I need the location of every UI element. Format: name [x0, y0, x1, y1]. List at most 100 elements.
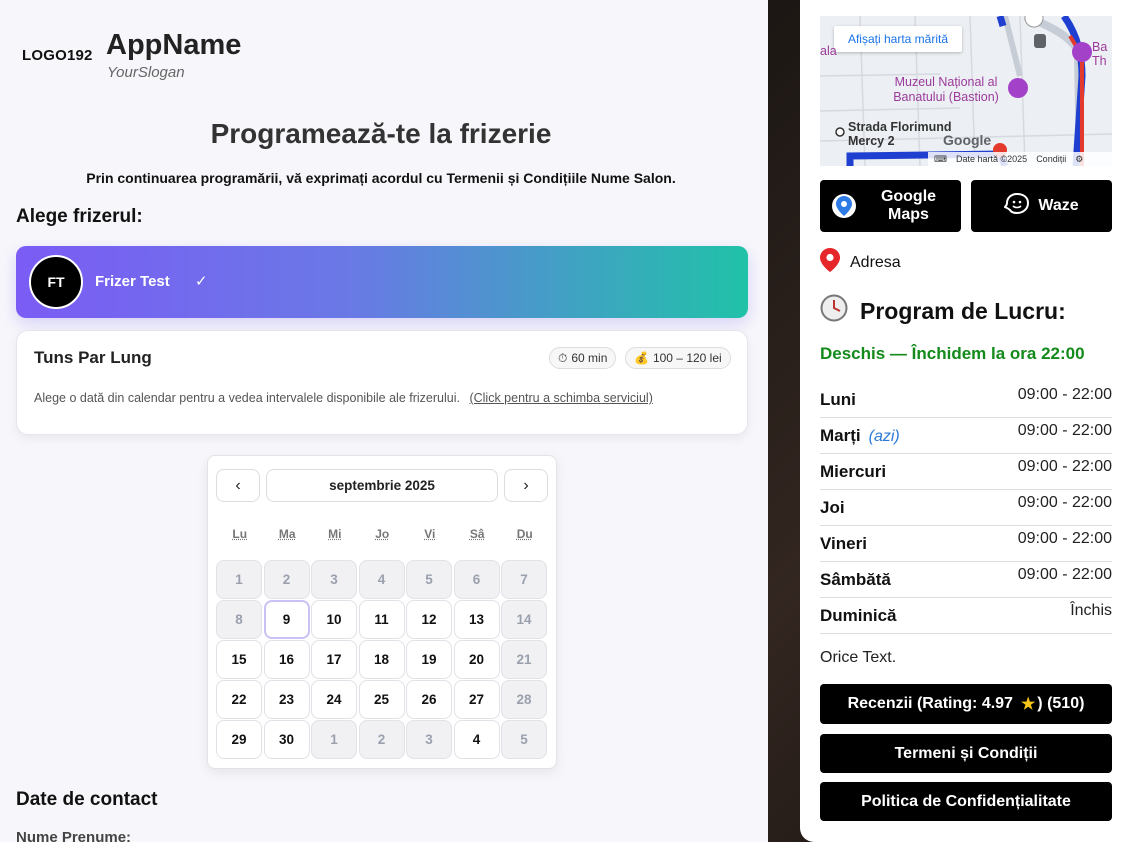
calendar-day[interactable]: 20	[453, 640, 500, 679]
calendar-day[interactable]: 29	[216, 720, 262, 759]
service-card[interactable]: Tuns Par Lung ⏱ 60 min 💰 100 – 120 lei A…	[16, 330, 748, 435]
reviews-suffix: ) (510)	[1037, 695, 1085, 712]
calendar-day[interactable]: 12	[406, 600, 452, 639]
calendar-day[interactable]: 10	[311, 600, 357, 639]
calendar-day[interactable]: 4	[453, 720, 500, 759]
duration-badge: ⏱ 60 min	[549, 347, 617, 369]
day-hours: 09:00 - 22:00	[1017, 566, 1112, 583]
hours-row: Joi 09:00 - 22:00	[820, 490, 1112, 526]
calendar-day[interactable]: 13	[453, 600, 500, 639]
price-value: 100 – 120 lei	[652, 351, 722, 365]
map-pin-icon	[832, 194, 856, 218]
calendar-day: 6	[453, 560, 500, 599]
privacy-button[interactable]: Politica de Confidențialitate	[820, 782, 1112, 821]
month-label[interactable]: septembrie 2025	[266, 469, 498, 502]
page-title: Programează-te la frizerie	[210, 118, 552, 149]
hours-row: Sâmbătă 09:00 - 22:00	[820, 562, 1112, 598]
day-hours: 09:00 - 22:00	[1017, 458, 1112, 475]
calendar-day[interactable]: 23	[263, 680, 310, 719]
today-tag: (azi)	[868, 428, 900, 445]
service-hint-text: Alege o dată din calendar pentru a vedea…	[34, 391, 460, 405]
calendar-day[interactable]: 22	[216, 680, 262, 719]
hours-row-today: Marți (azi) 09:00 - 22:00	[820, 418, 1112, 454]
day-name: Marți	[820, 426, 861, 445]
calendar-day[interactable]: 11	[358, 600, 405, 639]
weekday-header: Lu Ma Mi Jo Vi Sâ Du	[216, 527, 550, 541]
check-icon: ✓	[195, 273, 208, 290]
map-footer: ⌨ Date hartă ©2025 Condiții ⚙	[928, 152, 1112, 166]
calendar-day[interactable]: 19	[406, 640, 452, 679]
barber-card-selected[interactable]: FT Frizer Test ✓	[16, 246, 748, 318]
calendar-day: 1	[311, 720, 357, 759]
calendar-day[interactable]: 9	[263, 600, 310, 639]
price-badge: 💰 100 – 120 lei	[625, 347, 731, 369]
waze-icon	[1003, 192, 1030, 221]
calendar-day: 4	[358, 560, 405, 599]
keyboard-icon[interactable]: ⌨	[934, 154, 947, 165]
calendar-day: 8	[216, 600, 262, 639]
calendar-day[interactable]: 26	[406, 680, 452, 719]
map-edge-label: Ba Th	[1092, 40, 1108, 68]
name-field-label: Nume Prenume:	[16, 829, 132, 842]
calendar-day[interactable]: 27	[453, 680, 500, 719]
logo[interactable]: LOGO192	[22, 47, 93, 64]
day-name: Miercuri	[820, 462, 887, 481]
app-name: AppName	[106, 29, 242, 61]
day-name: Joi	[820, 498, 845, 517]
hours-row: Vineri 09:00 - 22:00	[820, 526, 1112, 562]
calendar-day[interactable]: 17	[311, 640, 357, 679]
service-hint: Alege o dată din calendar pentru a vedea…	[34, 391, 653, 405]
app-slogan: YourSlogan	[107, 64, 185, 81]
address-row[interactable]: Adresa	[820, 248, 901, 277]
weekday-label: Mi	[328, 527, 342, 541]
calendar-day[interactable]: 18	[358, 640, 405, 679]
day-hours: Închis	[1070, 602, 1112, 619]
map-embed[interactable]: Afișați harta mărită ala Ba Th Muzeul Na…	[820, 16, 1112, 166]
hours-title: Program de Lucru:	[820, 294, 1066, 328]
reviews-button[interactable]: Recenzii (Rating: 4.97 ★ ) (510)	[820, 684, 1112, 724]
change-service-link[interactable]: (Click pentru a schimba serviciul)	[469, 391, 652, 405]
calendar-day: 14	[501, 600, 547, 639]
calendar-day[interactable]: 24	[311, 680, 357, 719]
waze-button[interactable]: Waze	[971, 180, 1112, 232]
map-data-text: Date hartă ©2025	[956, 154, 1028, 164]
calendar-day[interactable]: 25	[358, 680, 405, 719]
calendar-day[interactable]: 15	[216, 640, 262, 679]
clock-icon	[820, 294, 848, 328]
contact-heading: Date de contact	[16, 789, 158, 810]
calendar-day: 3	[311, 560, 357, 599]
reviews-prefix: Recenzii (Rating: 4.97	[847, 695, 1013, 712]
weekday-label: Lu	[232, 527, 248, 541]
avatar: FT	[29, 255, 83, 309]
google-maps-button[interactable]: Google Maps	[820, 180, 961, 232]
weekday-label: Sâ	[469, 527, 485, 541]
weekday-label: Vi	[424, 527, 436, 541]
calendar-day: 3	[406, 720, 452, 759]
google-maps-label: Google Maps	[880, 188, 937, 223]
day-name: Luni	[820, 390, 856, 409]
calendar-day: 21	[501, 640, 547, 679]
day-hours: 09:00 - 22:00	[1017, 494, 1112, 511]
note-text: Orice Text.	[820, 649, 897, 666]
next-month-button[interactable]: ›	[504, 469, 548, 502]
calendar-day: 7	[501, 560, 547, 599]
duration-value: 60 min	[571, 351, 608, 365]
money-bag-icon: 💰	[634, 351, 649, 365]
day-name: Vineri	[820, 534, 867, 553]
weekday-label: Ma	[278, 527, 296, 541]
calendar: ‹ septembrie 2025 › Lu Ma Mi Jo Vi Sâ Du…	[207, 455, 557, 769]
calendar-day[interactable]: 16	[263, 640, 310, 679]
map-terms-link[interactable]: Condiții	[1036, 154, 1066, 164]
map-edge-label: ala	[820, 44, 837, 58]
terms-button[interactable]: Termeni și Condiții	[820, 734, 1112, 773]
waze-label: Waze	[1038, 197, 1079, 214]
prev-month-button[interactable]: ‹	[216, 469, 260, 502]
map-poi-label[interactable]: Muzeul Național al Banatului (Bastion)	[884, 75, 1008, 105]
calendar-day[interactable]: 30	[263, 720, 310, 759]
star-icon: ★	[1020, 696, 1036, 713]
calendar-day: 28	[501, 680, 547, 719]
barber-name: Frizer Test	[95, 273, 170, 290]
enlarge-map-button[interactable]: Afișați harta mărită	[834, 26, 962, 52]
settings-icon[interactable]: ⚙	[1075, 154, 1083, 165]
calendar-day: 1	[216, 560, 262, 599]
